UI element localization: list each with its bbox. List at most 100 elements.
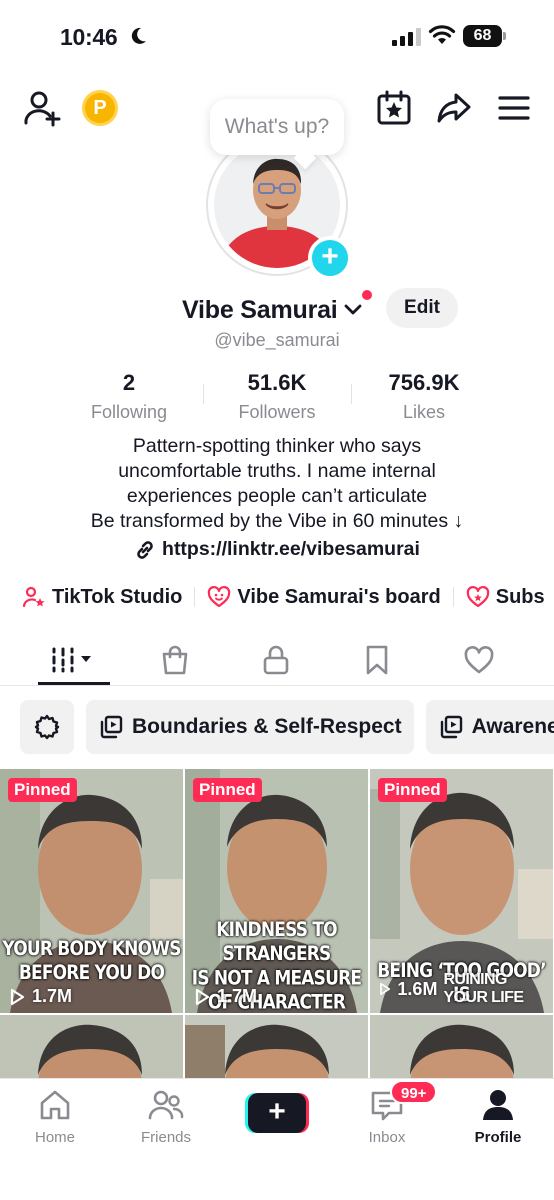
heart-icon [464,646,494,674]
stat-label: Likes [402,402,446,422]
profile-stats: 2 Following 51.6K Followers 756.9K Likes [0,370,554,426]
bio-line: experiences people can’t articulate [126,485,428,507]
add-friend-button[interactable] [22,88,62,128]
calendar-star-icon [377,90,411,125]
view-count-value: 1.6M [397,978,438,999]
calendar-star-button[interactable] [374,88,414,128]
stat-likes[interactable]: 756.9K Likes [354,370,494,423]
create-button[interactable]: + [245,1093,309,1133]
bio: Pattern-spotting thinker who says uncomf… [0,434,554,534]
play-icon [380,982,391,996]
stat-value: 51.6K [247,370,307,395]
display-name: Vibe Samurai [182,295,338,324]
play-icon [195,988,210,1005]
view-count-value: 1.7M [32,986,73,1006]
stat-followers[interactable]: 51.6K Followers [207,370,347,423]
tab-saved[interactable] [342,636,412,684]
bio-line: Pattern-spotting thinker who says [132,435,422,457]
bio-line: uncomfortable truths. I name internal [118,460,436,482]
video-thumbnail [0,1015,183,1079]
nav-label: Home [34,1129,75,1146]
plus-icon: + [248,1093,306,1133]
bio-link-text: https://linktr.ee/vibesamurai [162,538,420,560]
gear-icon [34,714,60,740]
collection-label: Awarene [471,715,554,738]
friends-icon [148,1090,184,1120]
video-thumbnail [370,1015,553,1079]
video-tile[interactable] [370,1015,553,1079]
edit-profile-button[interactable]: Edit [386,288,458,328]
nav-label: Inbox [368,1129,406,1146]
collection-chips: Boundaries & Self-Respect Awarene [20,700,554,754]
video-tile[interactable] [185,1015,368,1079]
play-icon [10,988,25,1005]
name-row[interactable]: Vibe Samurai [182,290,372,330]
bio-link[interactable]: https://linktr.ee/vibesamurai [0,538,554,561]
inbox-badge: 99+ [390,1080,438,1104]
shortcut-label: Vibe Samurai's board [237,585,441,608]
stat-value: 2 [122,370,136,395]
person-plus-icon [24,91,61,127]
video-tile[interactable] [0,1015,183,1079]
heart-smile-icon [208,586,231,608]
videos-grid-icon [52,647,91,673]
heart-star-icon [466,586,489,608]
pinned-badge: Pinned [193,778,262,802]
view-count: 1.6M RUINING YOUR LIFE [378,971,553,1007]
view-count: 1.7M [193,986,257,1007]
pinned-badge: Pinned [378,778,447,802]
add-story-button[interactable]: + [308,236,352,280]
status-time: 10:46 [60,24,118,50]
stat-following[interactable]: 2 Following [59,370,199,423]
stat-label: Followers [238,402,316,422]
shortcut-label: TikTok Studio [52,585,183,608]
collection-icon [440,715,462,739]
view-count-value: 1.7M [217,986,258,1006]
profile-icon [483,1090,513,1120]
person-star-icon [22,586,45,608]
chevron-down-icon [344,304,361,315]
collection-chip[interactable]: Awarene [425,700,554,754]
battery-icon: 68 [463,25,507,47]
bio-line: Be transformed by the Vibe in 60 minutes… [90,510,464,532]
collection-chip[interactable]: Boundaries & Self-Respect [86,700,414,754]
active-tab-indicator [38,682,110,685]
tab-shop[interactable] [140,636,210,684]
tab-private[interactable] [241,636,311,684]
tab-liked[interactable] [444,636,514,684]
video-grid: Pinned YOUR BODY KNOWS BEFORE YOU DO 1.7… [0,769,554,1079]
nav-label: Friends [140,1129,192,1146]
battery-level: 68 [463,25,502,47]
wifi-icon [428,25,456,44]
hamburger-menu-icon [498,96,530,120]
nav-friends[interactable]: Friends [121,1087,211,1146]
notification-dot [362,290,372,300]
tiktok-studio-shortcut[interactable]: TikTok Studio [22,585,182,609]
nav-profile[interactable]: Profile [453,1087,543,1146]
stat-label: Following [90,402,168,422]
video-tile[interactable]: Pinned BEING ‘TOO GOOD’ IS 1.6M RUINING … [370,769,553,1013]
board-shortcut[interactable]: Vibe Samurai's board [207,585,441,609]
subscription-shortcut[interactable]: Subs [466,585,545,609]
nav-home[interactable]: Home [10,1087,100,1146]
nav-label: Profile [474,1129,522,1146]
pinned-badge: Pinned [8,778,77,802]
share-profile-button[interactable] [434,88,474,128]
video-caption: YOUR BODY KNOWS BEFORE YOU DO [0,938,183,986]
menu-button[interactable] [494,88,534,128]
content-tabs [0,636,554,686]
status-bubble[interactable]: What's up? [210,99,344,155]
video-tile[interactable]: Pinned KINDNESS TO STRANGERS IS NOT A ME… [185,769,368,1013]
coin-icon[interactable]: P [82,90,118,126]
stat-value: 756.9K [388,370,460,395]
share-arrow-icon [437,93,471,123]
profile-shortcuts: TikTok Studio Vibe Samurai's board Subs [22,580,545,614]
tab-videos[interactable] [39,636,109,684]
home-icon [40,1090,70,1120]
shortcut-label: Subs [495,585,545,608]
username: @vibe_samurai [214,330,340,350]
bookmark-icon [366,645,388,675]
collections-settings-button[interactable] [20,700,74,754]
status-bar: 10:46 68 [0,0,554,70]
video-tile[interactable]: Pinned YOUR BODY KNOWS BEFORE YOU DO 1.7… [0,769,183,1013]
